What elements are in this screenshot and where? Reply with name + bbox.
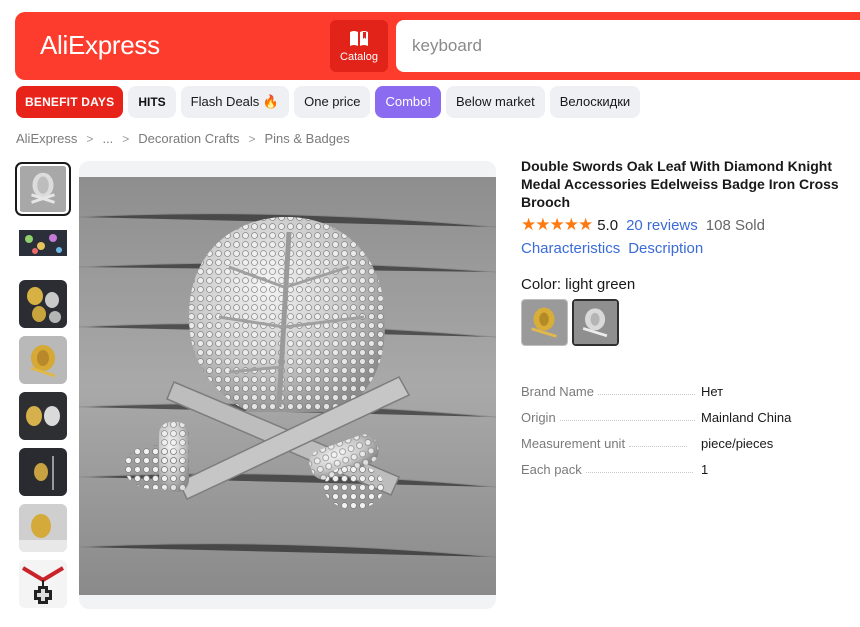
sold-count: 108 Sold bbox=[705, 216, 765, 234]
spec-key: Measurement unit bbox=[521, 436, 626, 451]
color-swatches bbox=[521, 299, 619, 346]
color-swatch-silver[interactable] bbox=[572, 299, 619, 346]
thumbnail-5[interactable] bbox=[19, 392, 67, 440]
spec-row: Origin Mainland China bbox=[521, 399, 851, 425]
thumbnail-image bbox=[20, 166, 66, 212]
product-section-links: Characteristics Description bbox=[521, 240, 703, 257]
thumbnail-3[interactable] bbox=[19, 280, 67, 328]
thumbnail-image bbox=[19, 448, 67, 496]
pill-flash-deals-label: Flash Deals bbox=[190, 94, 260, 109]
spec-dots bbox=[585, 472, 693, 473]
breadcrumb-item-ellipsis[interactable]: ... bbox=[102, 131, 113, 146]
spec-value: Mainland China bbox=[701, 410, 792, 425]
spec-value: Нет bbox=[701, 384, 724, 399]
thumbnail-image bbox=[19, 224, 67, 272]
swatch-image bbox=[522, 300, 567, 345]
breadcrumb-item-home[interactable]: AliExpress bbox=[16, 131, 77, 146]
spec-dots bbox=[597, 394, 695, 395]
pill-below-market[interactable]: Below market bbox=[446, 86, 545, 118]
spec-dots bbox=[559, 420, 695, 421]
spec-value: 1 bbox=[701, 462, 709, 477]
search-input[interactable] bbox=[396, 20, 860, 72]
star-rating-icon: ★★★★★ bbox=[521, 215, 593, 234]
rating-score: 5.0 bbox=[597, 216, 619, 234]
pill-benefit-days[interactable]: BENEFIT DAYS bbox=[16, 86, 124, 118]
thumbnail-8[interactable] bbox=[19, 560, 67, 608]
breadcrumb-item-decoration-crafts[interactable]: Decoration Crafts bbox=[138, 131, 239, 146]
spec-dots bbox=[629, 446, 688, 447]
spec-key: Each pack bbox=[521, 462, 582, 477]
thumbnail-image bbox=[19, 560, 67, 608]
spec-row: Measurement unit piece/pieces bbox=[521, 425, 851, 451]
thumbnail-6[interactable] bbox=[19, 448, 67, 496]
chevron-right-icon: > bbox=[122, 131, 130, 146]
catalog-button[interactable]: Catalog bbox=[330, 20, 388, 72]
pill-combo[interactable]: Combo! bbox=[375, 86, 442, 118]
breadcrumb: AliExpress > ... > Decoration Crafts > P… bbox=[16, 131, 350, 146]
promo-pills: BENEFIT DAYS HITS Flash Deals 🔥 One pric… bbox=[16, 86, 641, 118]
description-link[interactable]: Description bbox=[628, 240, 703, 257]
spec-value: piece/pieces bbox=[701, 436, 774, 451]
thumbnail-image bbox=[19, 280, 67, 328]
book-icon bbox=[350, 31, 368, 46]
characteristics-link[interactable]: Characteristics bbox=[521, 240, 620, 257]
specs-list: Brand Name Нет Origin Mainland China Mea… bbox=[521, 373, 851, 477]
product-photo bbox=[79, 177, 496, 595]
swatch-image bbox=[574, 301, 617, 344]
chevron-right-icon: > bbox=[86, 131, 94, 146]
header-bar: AliExpress Catalog bbox=[15, 12, 860, 80]
pill-veloskidki[interactable]: Велоскидки bbox=[549, 86, 641, 118]
thumbnail-4[interactable] bbox=[19, 336, 67, 384]
thumbnail-image bbox=[19, 336, 67, 384]
spec-key: Origin bbox=[521, 410, 556, 425]
aliexpress-logo[interactable]: AliExpress bbox=[40, 30, 160, 61]
thumbnail-image bbox=[19, 504, 67, 552]
reviews-link[interactable]: 20 reviews bbox=[626, 217, 698, 234]
product-title: Double Swords Oak Leaf With Diamond Knig… bbox=[521, 158, 839, 210]
color-label: Color: light green bbox=[521, 276, 636, 293]
color-swatch-gold[interactable] bbox=[521, 299, 568, 346]
thumbnail-2[interactable] bbox=[19, 224, 67, 272]
rating-row: ★★★★★ 5.0 20 reviews 108 Sold bbox=[521, 215, 765, 235]
chevron-right-icon: > bbox=[248, 131, 256, 146]
flame-icon: 🔥 bbox=[262, 94, 280, 109]
pill-one-price[interactable]: One price bbox=[294, 86, 371, 118]
search-box[interactable] bbox=[396, 20, 860, 72]
pill-hits[interactable]: HITS bbox=[128, 86, 176, 118]
main-product-image[interactable] bbox=[79, 161, 496, 609]
breadcrumb-item-pins-badges[interactable]: Pins & Badges bbox=[264, 131, 349, 146]
pill-flash-deals[interactable]: Flash Deals 🔥 bbox=[180, 86, 290, 118]
thumbnail-1[interactable] bbox=[15, 162, 71, 216]
thumbnail-image bbox=[19, 392, 67, 440]
thumbnail-7[interactable] bbox=[19, 504, 67, 552]
catalog-label: Catalog bbox=[340, 51, 378, 63]
spec-row: Brand Name Нет bbox=[521, 373, 851, 399]
spec-key: Brand Name bbox=[521, 384, 594, 399]
spec-row: Each pack 1 bbox=[521, 451, 851, 477]
thumbnail-list bbox=[15, 162, 71, 616]
